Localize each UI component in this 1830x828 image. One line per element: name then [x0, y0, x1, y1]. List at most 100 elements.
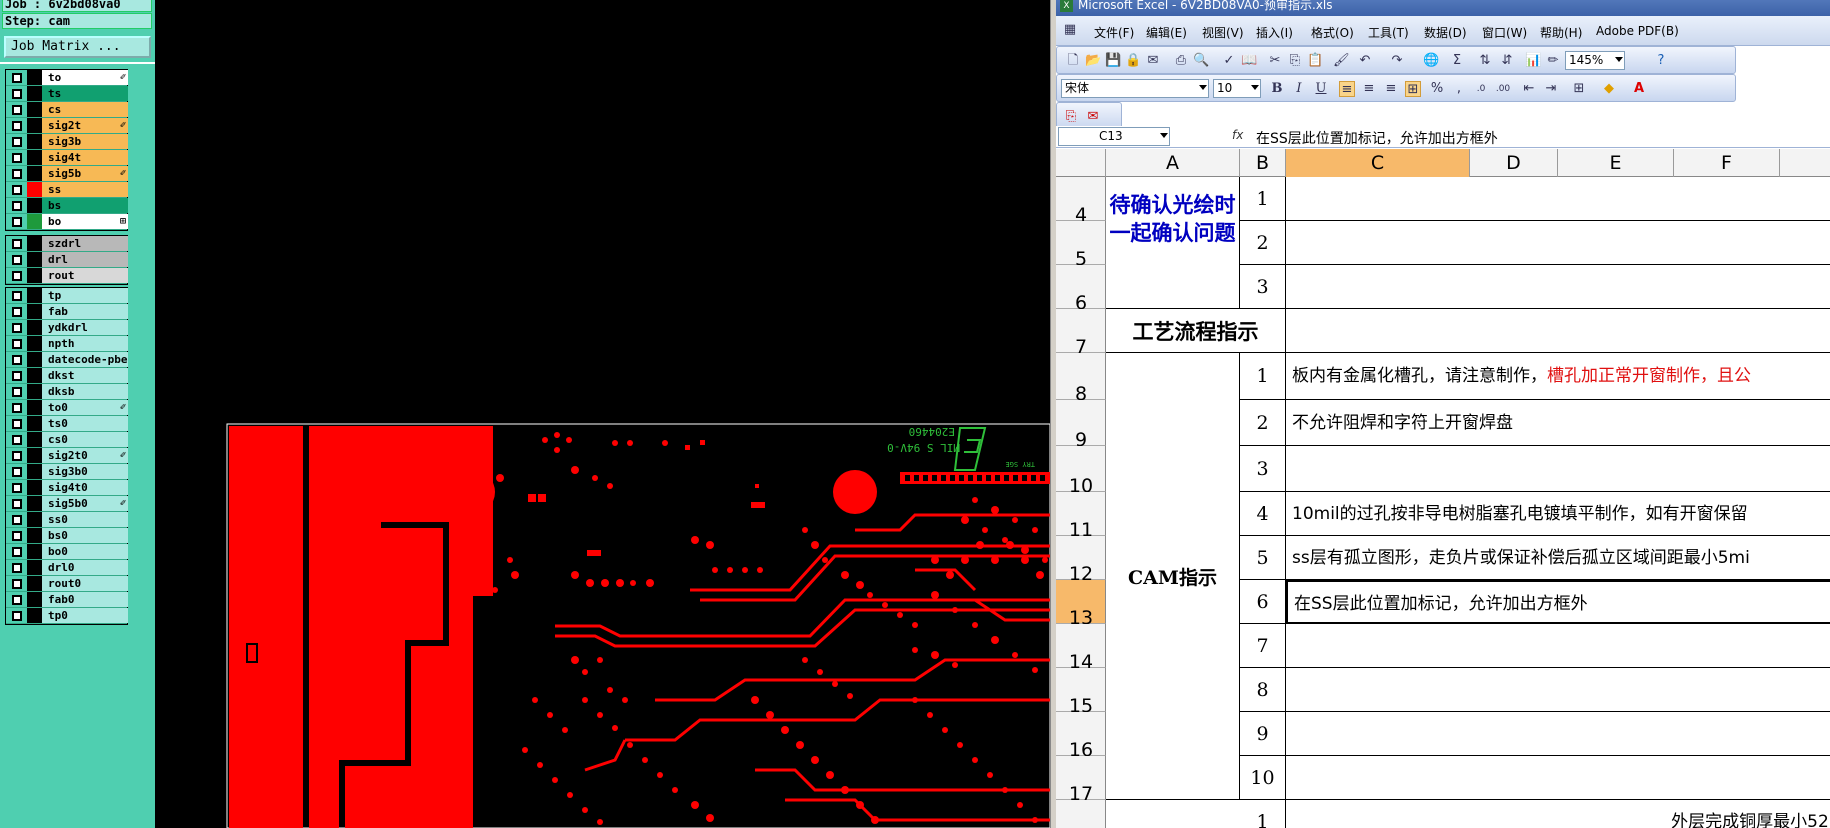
layer-row[interactable]: bo0 — [6, 544, 128, 560]
cell-c[interactable] — [1286, 668, 1830, 712]
layer-checkbox[interactable] — [12, 435, 22, 445]
layer-checkbox[interactable] — [12, 531, 22, 541]
cell-c[interactable] — [1286, 756, 1830, 800]
layer-row[interactable]: ts — [6, 86, 128, 102]
layer-row[interactable]: szdrl — [6, 236, 128, 252]
align-right-icon[interactable]: ≡ — [1383, 81, 1399, 97]
cell-c[interactable]: ss层有孤立图形，走负片或保证补偿后孤立区域间距最小5mi — [1286, 536, 1830, 580]
layer-checkbox[interactable] — [12, 255, 22, 265]
column-header[interactable]: A — [1106, 149, 1240, 177]
new-doc-icon[interactable]: 🗋 — [1065, 53, 1081, 69]
percent-icon[interactable]: , — [1451, 81, 1467, 97]
layer-checkbox[interactable] — [12, 271, 22, 281]
menu-item-9[interactable]: Adobe PDF(B) — [1596, 24, 1679, 38]
layer-row[interactable]: bo ⊞ — [6, 214, 128, 230]
font-color-icon[interactable]: A — [1631, 81, 1647, 97]
layer-row[interactable]: dksb — [6, 384, 128, 400]
menu-item-0[interactable]: 文件(F) — [1094, 24, 1134, 41]
merged-cell-pending[interactable]: 待确认光绘时 一起确认问题 — [1106, 177, 1240, 309]
layer-row[interactable]: fab — [6, 304, 128, 320]
layer-checkbox[interactable] — [12, 467, 22, 477]
row-header[interactable]: 15 — [1056, 668, 1106, 717]
pdf-convert-icon[interactable]: ⎘ — [1063, 109, 1079, 125]
cell-b[interactable]: 1 — [1240, 177, 1286, 221]
column-header[interactable]: D — [1470, 149, 1558, 177]
function-icon[interactable]: fx — [1232, 128, 1243, 142]
layer-checkbox[interactable] — [12, 291, 22, 301]
cell-c[interactable]: 不允许阻焊和字符上开窗焊盘 — [1286, 400, 1830, 446]
cell-b[interactable]: 1 — [1240, 800, 1286, 828]
cell-c[interactable] — [1286, 712, 1830, 756]
layer-row[interactable]: dkst — [6, 368, 128, 384]
sort-ascending-icon[interactable]: ⇅ — [1477, 53, 1493, 69]
column-header[interactable] — [1780, 149, 1830, 177]
layer-row[interactable]: ydkdrl — [6, 320, 128, 336]
cell-b[interactable]: 2 — [1240, 400, 1286, 446]
layer-row[interactable]: ss — [6, 182, 128, 198]
menu-item-8[interactable]: 帮助(H) — [1540, 24, 1582, 41]
layer-row[interactable]: sig5b0 ✐ — [6, 496, 128, 512]
layer-row[interactable]: fab0 — [6, 592, 128, 608]
email-icon[interactable]: ✉ — [1145, 53, 1161, 69]
layer-checkbox[interactable] — [12, 307, 22, 317]
layer-checkbox[interactable] — [12, 217, 22, 227]
row-header[interactable]: 10 — [1056, 446, 1106, 497]
layer-checkbox[interactable] — [12, 547, 22, 557]
copy-icon[interactable]: ⎘ — [1287, 53, 1303, 69]
layer-checkbox[interactable] — [12, 73, 22, 83]
column-header[interactable]: B — [1240, 149, 1286, 177]
cell-b[interactable]: 2 — [1240, 221, 1286, 265]
research-icon[interactable]: 📖 — [1241, 53, 1257, 69]
layer-row[interactable]: rout0 — [6, 576, 128, 592]
row-header[interactable]: 8 — [1056, 353, 1106, 405]
layer-row[interactable]: bs — [6, 198, 128, 214]
menu-item-7[interactable]: 窗口(W) — [1482, 24, 1527, 41]
layer-row[interactable]: ss0 — [6, 512, 128, 528]
print-icon[interactable]: ⎙ — [1173, 53, 1189, 69]
layer-checkbox[interactable] — [12, 201, 22, 211]
merged-cell-process[interactable]: 工艺流程指示 — [1106, 309, 1286, 353]
layer-checkbox[interactable] — [12, 121, 22, 131]
row-header[interactable]: 6 — [1056, 265, 1106, 314]
layer-row[interactable]: sig2t0 ✐ — [6, 448, 128, 464]
row-header[interactable]: 18 — [1056, 800, 1106, 828]
layer-checkbox[interactable] — [12, 579, 22, 589]
row-header[interactable]: 9 — [1056, 400, 1106, 451]
layer-row[interactable]: sig3b0 — [6, 464, 128, 480]
layer-checkbox[interactable] — [12, 515, 22, 525]
cell-c[interactable]: 10mil的过孔按非导电树脂塞孔电镀填平制作，如有开窗保留 — [1286, 492, 1830, 536]
layer-checkbox[interactable] — [12, 169, 22, 179]
redo-icon[interactable]: ↷ — [1389, 53, 1405, 69]
layer-checkbox[interactable] — [12, 419, 22, 429]
layer-row[interactable]: rout — [6, 268, 128, 284]
row-header[interactable]: 13 — [1056, 580, 1106, 629]
job-matrix-button[interactable]: Job Matrix ... — [4, 36, 151, 58]
row-header[interactable]: 17 — [1056, 756, 1106, 805]
column-header[interactable]: C — [1286, 149, 1470, 177]
select-all-corner[interactable] — [1056, 149, 1106, 177]
save-icon[interactable]: 💾 — [1105, 53, 1121, 69]
cell-b[interactable]: 9 — [1240, 712, 1286, 756]
layer-row[interactable]: tp — [6, 288, 128, 304]
name-box[interactable]: C13 — [1058, 127, 1170, 146]
layer-checkbox[interactable] — [12, 387, 22, 397]
layer-row[interactable]: drl — [6, 252, 128, 268]
menu-item-3[interactable]: 插入(I) — [1256, 24, 1293, 41]
cell-c[interactable] — [1286, 177, 1830, 221]
cell-b[interactable]: 3 — [1240, 265, 1286, 309]
layer-checkbox[interactable] — [12, 339, 22, 349]
layer-checkbox[interactable] — [12, 89, 22, 99]
underline-icon[interactable]: U — [1313, 81, 1329, 97]
pcb-graphic-viewer[interactable]: E204460 MIL S 94V-0 TRY SGE — [155, 0, 1050, 828]
row-header[interactable]: 5 — [1056, 221, 1106, 270]
formula-input[interactable]: 在SS层此位置加标记，允许加出方框外 — [1256, 128, 1498, 148]
layer-row[interactable]: cs — [6, 102, 128, 118]
layer-checkbox[interactable] — [12, 483, 22, 493]
cut-icon[interactable]: ✂ — [1267, 53, 1283, 69]
pcb-artwork[interactable]: E204460 MIL S 94V-0 TRY SGE — [155, 0, 1050, 828]
currency-icon[interactable]: % — [1429, 81, 1445, 97]
layer-checkbox[interactable] — [12, 563, 22, 573]
layer-row[interactable]: sig4t0 — [6, 480, 128, 496]
open-folder-icon[interactable]: 📂 — [1085, 53, 1101, 69]
layer-row[interactable]: to ✐ — [6, 70, 128, 86]
